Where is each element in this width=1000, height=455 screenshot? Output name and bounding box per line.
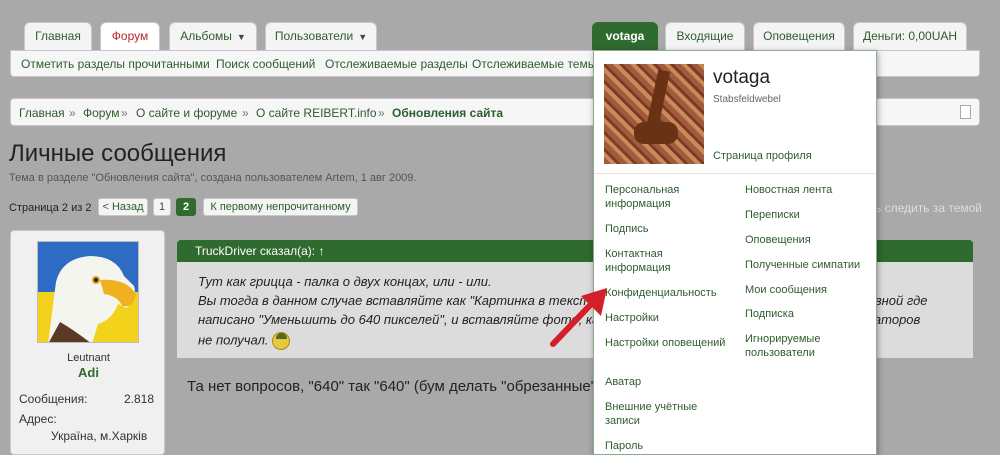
- quote-line-last: не получал.: [198, 332, 291, 350]
- menu-password[interactable]: Пароль: [605, 439, 730, 453]
- menu-likes-received[interactable]: Полученные симпатии: [745, 258, 870, 272]
- breadcrumb-separator: »: [121, 106, 128, 120]
- tab-user-label: votaga: [605, 29, 645, 43]
- quote-line: Тут как грицца - палка о двух концах, ил…: [198, 274, 492, 289]
- menu-external-accounts[interactable]: Внешние учётные записи: [605, 400, 730, 428]
- quote-line: не получал.: [198, 332, 269, 348]
- breadcrumb-item[interactable]: Форум: [83, 106, 119, 120]
- popup-username[interactable]: votaga: [713, 67, 770, 89]
- document-icon[interactable]: [960, 105, 971, 119]
- tab-forum-label: Форум: [111, 29, 149, 43]
- menu-alerts[interactable]: Оповещения: [745, 233, 870, 247]
- messages-count: 2.818: [124, 392, 155, 406]
- post-user-info: Leutnant Adi Сообщения: 2.818 Адрес: Укр…: [10, 230, 165, 455]
- giraffe-body-shape: [634, 122, 678, 144]
- red-arrow-annotation-icon: [550, 288, 607, 347]
- menu-alert-settings[interactable]: Настройки оповещений: [605, 336, 730, 350]
- page-2-button[interactable]: 2: [176, 198, 196, 216]
- breadcrumb-item[interactable]: О сайте REIBERT.info: [256, 106, 377, 120]
- page-label: Страница 2 из 2: [9, 202, 92, 214]
- watched-forums-link[interactable]: Отслеживаемые разделы: [325, 57, 468, 71]
- tab-alerts[interactable]: Оповещения: [753, 22, 845, 50]
- chevron-down-icon: ▼: [236, 32, 246, 42]
- divider: [594, 173, 876, 174]
- tab-inbox-label: Входящие: [676, 29, 734, 43]
- address-value: Україна, м.Харків: [51, 429, 148, 443]
- chevron-down-icon: ▼: [358, 32, 368, 42]
- breadcrumb-separator: »: [69, 106, 76, 120]
- account-popup-menu: votaga Stabsfeldwebel Страница профиля П…: [593, 50, 877, 455]
- mark-forums-read-link[interactable]: Отметить разделы прочитанными: [21, 57, 210, 71]
- tab-money[interactable]: Деньги: 0,00UAH: [853, 22, 967, 50]
- menu-avatar[interactable]: Аватар: [605, 375, 730, 389]
- tab-albums[interactable]: Альбомы ▼: [169, 22, 257, 50]
- watched-threads-link[interactable]: Отслеживаемые темы: [472, 57, 596, 71]
- tab-home-label: Главная: [35, 29, 81, 43]
- breadcrumb-item[interactable]: Главная: [19, 106, 65, 120]
- smiley-icon: [272, 332, 291, 350]
- tab-forum[interactable]: Форум: [100, 22, 160, 52]
- menu-personal-info[interactable]: Персональная информация: [605, 183, 730, 211]
- tab-home[interactable]: Главная: [24, 22, 92, 50]
- breadcrumb-separator: »: [242, 106, 249, 120]
- tab-money-label: Деньги: 0,00UAH: [862, 29, 958, 43]
- tab-users-label: Пользователи: [274, 29, 354, 43]
- menu-conversations[interactable]: Переписки: [745, 208, 870, 222]
- tab-inbox[interactable]: Входящие: [665, 22, 745, 50]
- menu-ignored-users[interactable]: Игнорируемые пользователи: [745, 332, 870, 360]
- messages-label: Сообщения:: [19, 392, 88, 406]
- profile-page-link[interactable]: Страница профиля: [713, 150, 812, 162]
- tab-alerts-label: Оповещения: [763, 29, 835, 43]
- menu-subscription[interactable]: Подписка: [745, 307, 870, 321]
- page-title: Личные сообщения: [9, 140, 227, 167]
- menu-contact-info[interactable]: Контактная информация: [605, 247, 730, 275]
- prev-page-button[interactable]: < Назад: [98, 198, 148, 216]
- search-messages-link[interactable]: Поиск сообщений: [216, 57, 315, 71]
- menu-settings[interactable]: Настройки: [605, 311, 730, 325]
- menu-privacy[interactable]: Конфиденциальность: [605, 286, 730, 300]
- menu-my-messages[interactable]: Мои сообщения: [745, 283, 870, 297]
- page-1-button[interactable]: 1: [153, 198, 171, 216]
- user-rank: Leutnant: [67, 352, 110, 364]
- post-username[interactable]: Adi: [11, 365, 166, 380]
- tab-users[interactable]: Пользователи ▼: [265, 22, 377, 50]
- menu-signature[interactable]: Подпись: [605, 222, 730, 236]
- giraffe-avatar-image[interactable]: [604, 64, 704, 164]
- breadcrumb-item[interactable]: О сайте и форуме: [136, 106, 237, 120]
- tab-albums-label: Альбомы: [180, 29, 232, 43]
- avatar[interactable]: [37, 241, 139, 343]
- first-unread-button[interactable]: К первому непрочитанному: [203, 198, 358, 216]
- eagle-icon: [48, 256, 136, 342]
- breadcrumb-separator: »: [378, 106, 385, 120]
- thread-description: Тема в разделе "Обновления сайта", созда…: [9, 172, 417, 184]
- popup-user-title: Stabsfeldwebel: [713, 94, 781, 105]
- address-label: Адрес:: [19, 412, 57, 426]
- menu-news-feed[interactable]: Новостная лента: [745, 183, 870, 197]
- breadcrumb-current[interactable]: Обновления сайта: [392, 106, 503, 120]
- tab-user-account[interactable]: votaga: [592, 22, 658, 52]
